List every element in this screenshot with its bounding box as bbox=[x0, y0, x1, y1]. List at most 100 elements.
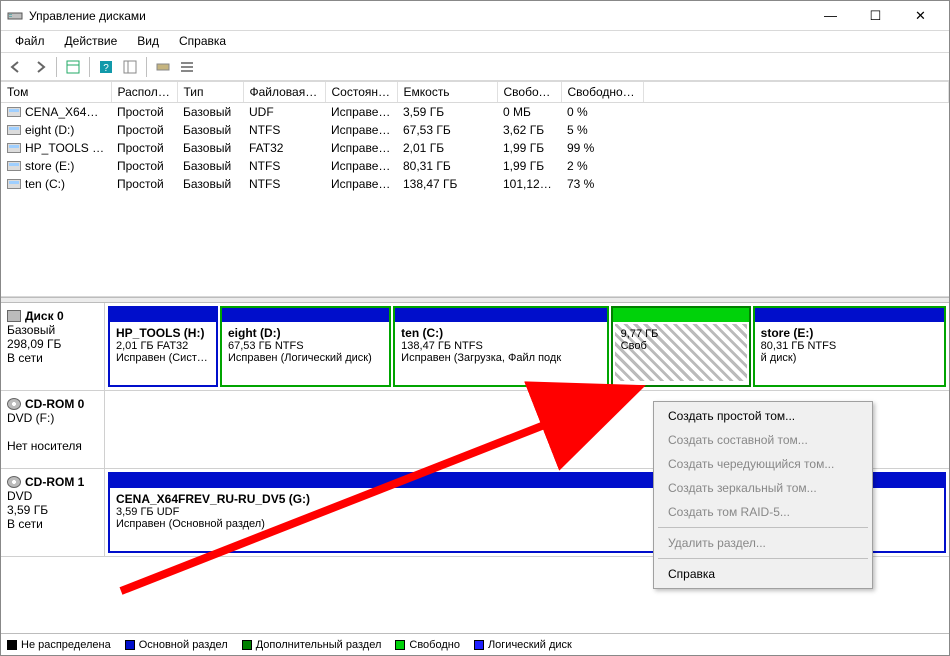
toolbar: ? bbox=[1, 53, 949, 81]
col-layout[interactable]: Располо... bbox=[111, 82, 177, 103]
col-free-pct[interactable]: Свободно % bbox=[561, 82, 643, 103]
cell: ten (C:) bbox=[1, 175, 111, 193]
cell: 3,62 ГБ bbox=[497, 121, 561, 139]
part-title: HP_TOOLS (H:) bbox=[116, 326, 210, 340]
partition-free[interactable]: 9,77 ГБ Своб bbox=[611, 306, 751, 387]
volume-icon bbox=[7, 179, 21, 189]
ctx-create-striped: Создать чередующийся том... bbox=[656, 452, 870, 476]
cell: NTFS bbox=[243, 121, 325, 139]
cell: NTFS bbox=[243, 175, 325, 193]
col-volume[interactable]: Том bbox=[1, 82, 111, 103]
ctx-separator bbox=[658, 558, 868, 559]
legend-logical: Логический диск bbox=[474, 639, 572, 651]
volume-icon bbox=[7, 125, 21, 135]
volume-table: Том Располо... Тип Файловая с... Состоян… bbox=[1, 82, 949, 193]
cell: Простой bbox=[111, 103, 177, 122]
volume-table-wrap: Том Располо... Тип Файловая с... Состоян… bbox=[1, 81, 949, 297]
table-row[interactable]: ten (C:)ПростойБазовыйNTFSИсправен...138… bbox=[1, 175, 949, 193]
cell: 0 МБ bbox=[497, 103, 561, 122]
panel-button[interactable] bbox=[119, 56, 141, 78]
col-free[interactable]: Свобод... bbox=[497, 82, 561, 103]
cd1-type: DVD bbox=[7, 489, 32, 503]
back-button[interactable] bbox=[5, 56, 27, 78]
table-row[interactable]: HP_TOOLS (H:)ПростойБазовыйFAT32Исправен… bbox=[1, 139, 949, 157]
cell: 99 % bbox=[561, 139, 643, 157]
close-button[interactable]: ✕ bbox=[898, 1, 943, 31]
legend-ext: Дополнительный раздел bbox=[242, 639, 382, 651]
cell: Исправен... bbox=[325, 103, 397, 122]
ctx-create-spanned: Создать составной том... bbox=[656, 428, 870, 452]
cell: 0 % bbox=[561, 103, 643, 122]
cd-icon bbox=[7, 476, 21, 488]
cell: Базовый bbox=[177, 175, 243, 193]
cell: Базовый bbox=[177, 103, 243, 122]
ctx-create-mirror: Создать зеркальный том... bbox=[656, 476, 870, 500]
menu-action[interactable]: Действие bbox=[55, 31, 128, 52]
drive-button[interactable] bbox=[152, 56, 174, 78]
cd1-size: 3,59 ГБ bbox=[7, 503, 48, 517]
disk0-status: В сети bbox=[7, 351, 43, 365]
cd0-title: CD-ROM 0 bbox=[25, 397, 84, 411]
cell: 73 % bbox=[561, 175, 643, 193]
cd1-status: В сети bbox=[7, 517, 43, 531]
col-type[interactable]: Тип bbox=[177, 82, 243, 103]
table-row[interactable]: CENA_X64FRE...ПростойБазовыйUDFИсправен.… bbox=[1, 103, 949, 122]
col-spacer bbox=[643, 82, 949, 103]
table-row[interactable]: eight (D:)ПростойБазовыйNTFSИсправен...6… bbox=[1, 121, 949, 139]
disk0-partitions: HP_TOOLS (H:) 2,01 ГБ FAT32 Исправен (Си… bbox=[105, 303, 949, 390]
titlebar: Управление дисками — ☐ ✕ bbox=[1, 1, 949, 31]
volume-icon bbox=[7, 107, 21, 117]
cell: Базовый bbox=[177, 121, 243, 139]
cd0-status: Нет носителя bbox=[7, 439, 82, 453]
col-capacity[interactable]: Емкость bbox=[397, 82, 497, 103]
col-status[interactable]: Состояние bbox=[325, 82, 397, 103]
cell: Простой bbox=[111, 175, 177, 193]
help-button[interactable]: ? bbox=[95, 56, 117, 78]
cd0-header[interactable]: CD-ROM 0 DVD (F:) Нет носителя bbox=[1, 391, 105, 468]
col-fs[interactable]: Файловая с... bbox=[243, 82, 325, 103]
cell: 67,53 ГБ bbox=[397, 121, 497, 139]
legend-unalloc: Не распределена bbox=[7, 639, 111, 651]
table-row[interactable]: store (E:)ПростойБазовыйNTFSИсправен...8… bbox=[1, 157, 949, 175]
forward-button[interactable] bbox=[29, 56, 51, 78]
cell: 101,12 ГБ bbox=[497, 175, 561, 193]
ctx-help[interactable]: Справка bbox=[656, 562, 870, 586]
menu-view[interactable]: Вид bbox=[127, 31, 169, 52]
app-icon bbox=[7, 8, 23, 24]
part-title: ten (C:) bbox=[401, 326, 601, 340]
cell: 138,47 ГБ bbox=[397, 175, 497, 193]
view-button[interactable] bbox=[62, 56, 84, 78]
window-title: Управление дисками bbox=[29, 9, 808, 23]
list-button[interactable] bbox=[176, 56, 198, 78]
partition-hptools[interactable]: HP_TOOLS (H:) 2,01 ГБ FAT32 Исправен (Си… bbox=[108, 306, 218, 387]
cell: Простой bbox=[111, 139, 177, 157]
partition-eight[interactable]: eight (D:) 67,53 ГБ NTFS Исправен (Логич… bbox=[220, 306, 391, 387]
menubar: Файл Действие Вид Справка bbox=[1, 31, 949, 53]
legend-free: Свободно bbox=[395, 639, 460, 651]
cell: Исправен... bbox=[325, 157, 397, 175]
cell: 1,99 ГБ bbox=[497, 157, 561, 175]
cell: Базовый bbox=[177, 157, 243, 175]
volume-icon bbox=[7, 161, 21, 171]
maximize-button[interactable]: ☐ bbox=[853, 1, 898, 31]
disk-row-0: Диск 0 Базовый 298,09 ГБ В сети HP_TOOLS… bbox=[1, 303, 949, 391]
menu-help[interactable]: Справка bbox=[169, 31, 236, 52]
cell: UDF bbox=[243, 103, 325, 122]
cell: eight (D:) bbox=[1, 121, 111, 139]
cell: 2,01 ГБ bbox=[397, 139, 497, 157]
table-header-row: Том Располо... Тип Файловая с... Состоян… bbox=[1, 82, 949, 103]
disk0-header[interactable]: Диск 0 Базовый 298,09 ГБ В сети bbox=[1, 303, 105, 390]
cell: HP_TOOLS (H:) bbox=[1, 139, 111, 157]
legend-primary: Основной раздел bbox=[125, 639, 228, 651]
minimize-button[interactable]: — bbox=[808, 1, 853, 31]
svg-text:?: ? bbox=[103, 63, 109, 74]
cell: Базовый bbox=[177, 139, 243, 157]
partition-store[interactable]: store (E:) 80,31 ГБ NTFS й диск) bbox=[753, 306, 946, 387]
cell: 5 % bbox=[561, 121, 643, 139]
cd1-header[interactable]: CD-ROM 1 DVD 3,59 ГБ В сети bbox=[1, 469, 105, 556]
cell: FAT32 bbox=[243, 139, 325, 157]
partition-ten[interactable]: ten (C:) 138,47 ГБ NTFS Исправен (Загруз… bbox=[393, 306, 609, 387]
menu-file[interactable]: Файл bbox=[5, 31, 55, 52]
part-title: store (E:) bbox=[761, 326, 938, 340]
ctx-create-simple[interactable]: Создать простой том... bbox=[656, 404, 870, 428]
